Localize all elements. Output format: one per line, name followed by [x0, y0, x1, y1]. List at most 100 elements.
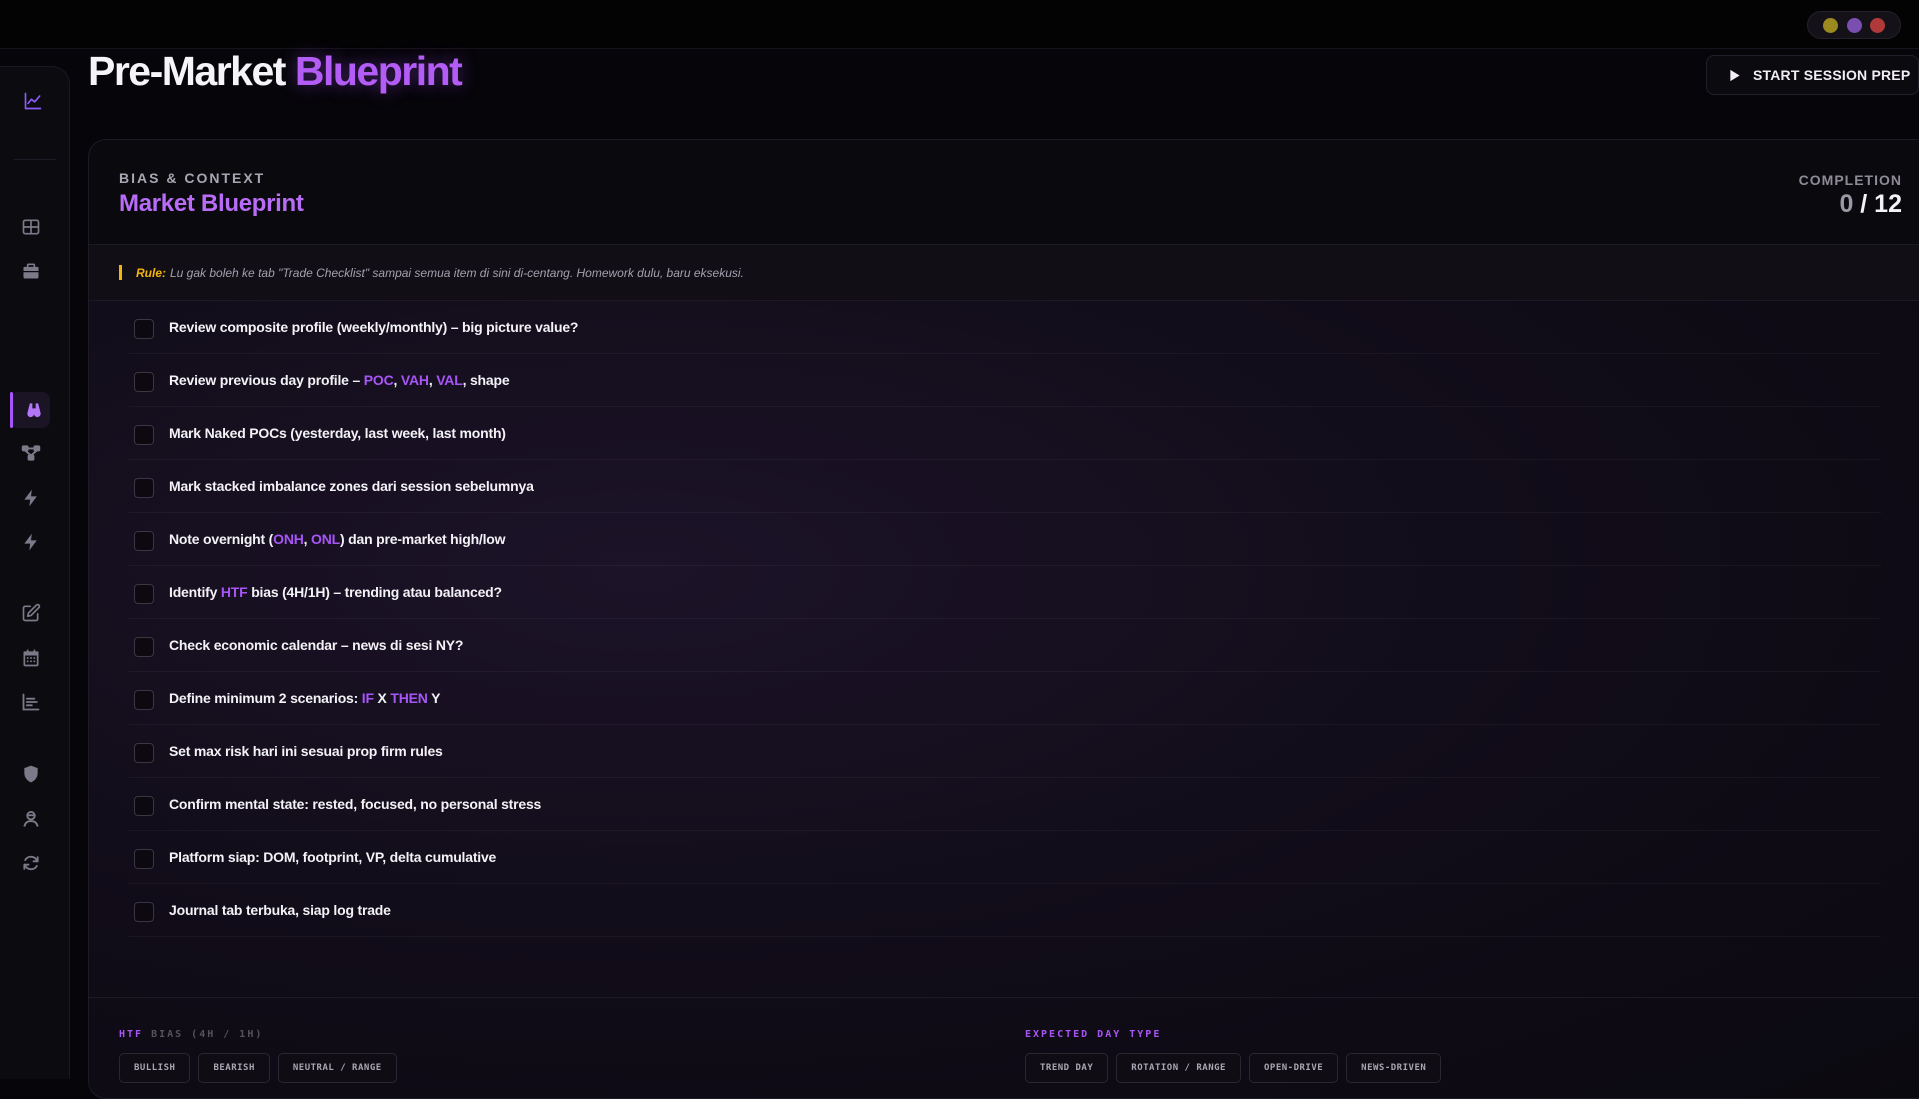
checklist-text-segment: , — [303, 531, 312, 547]
briefcase-icon[interactable] — [19, 259, 43, 283]
checklist-item[interactable]: Review previous day profile – POC, VAH , … — [129, 354, 1881, 407]
rule-text: Lu gak boleh ke tab "Trade Checklist" sa… — [170, 265, 744, 280]
completion-label: COMPLETION — [1798, 172, 1902, 188]
day-type-label: EXPECTED DAY TYPE — [1025, 1029, 1162, 1040]
checklist-item[interactable]: Review composite profile (weekly/monthly… — [129, 301, 1881, 354]
page-title-accent: Blueprint — [294, 48, 463, 94]
checklist-text-segment: Check economic calendar – news di sesi N… — [169, 637, 464, 653]
checklist-checkbox[interactable] — [134, 425, 154, 445]
checklist-checkbox[interactable] — [134, 690, 154, 710]
window-dot-red[interactable] — [1870, 17, 1886, 33]
checklist-checkbox[interactable] — [134, 319, 154, 339]
bolt-icon[interactable] — [19, 486, 43, 510]
checklist-checkbox[interactable] — [134, 637, 154, 657]
checklist-checkbox[interactable] — [134, 743, 154, 763]
checklist-checkbox[interactable] — [134, 584, 154, 604]
binoculars-icon[interactable] — [22, 398, 46, 422]
checklist-item[interactable]: Mark stacked imbalance zones dari sessio… — [129, 460, 1881, 513]
blueprint-panel: BIAS & CONTEXT Market Blueprint COMPLETI… — [88, 139, 1919, 1099]
checklist-checkbox[interactable] — [134, 796, 154, 816]
checklist-item[interactable]: Set max risk hari ini sesuai prop firm r… — [129, 725, 1881, 778]
htf-bias-label-rest: BIAS (4H / 1H) — [143, 1029, 264, 1040]
window-dot-purple[interactable] — [1846, 17, 1862, 33]
page-title: Pre-Market Blueprint — [88, 48, 463, 95]
checklist-item-text: Confirm mental state: rested, focused, n… — [169, 796, 541, 812]
rule-banner: Rule: Lu gak boleh ke tab "Trade Checkli… — [89, 245, 1919, 301]
checklist-text-segment: , — [393, 372, 401, 388]
checklist-item[interactable]: Check economic calendar – news di sesi N… — [129, 619, 1881, 672]
start-session-button[interactable]: START SESSION PREP — [1706, 55, 1919, 95]
checklist-checkbox[interactable] — [134, 478, 154, 498]
checklist-text-segment: ) dan pre-market high/low — [340, 531, 506, 547]
checklist-text-segment: Platform siap: DOM, footprint, VP, delta… — [169, 849, 497, 865]
window-dot-yellow[interactable] — [1822, 17, 1838, 33]
panel-title: Market Blueprint — [119, 190, 304, 217]
rule-label: Rule: — [136, 265, 166, 280]
checklist-checkbox[interactable] — [134, 372, 154, 392]
completion-counter: 0 / 12 — [1742, 190, 1902, 219]
checklist-checkbox[interactable] — [134, 902, 154, 922]
chart-line-icon[interactable] — [21, 89, 45, 113]
checklist-text-segment: Confirm mental state: rested, focused, n… — [169, 796, 542, 812]
checklist-item-text: Identify HTF bias (4H/1H) – trending ata… — [169, 584, 502, 600]
shield-icon[interactable] — [19, 762, 43, 786]
checklist-item-text: Note overnight (ONH, ONL) dan pre-market… — [169, 531, 506, 547]
calendar-icon[interactable] — [19, 646, 43, 670]
user-icon[interactable] — [19, 807, 43, 831]
checklist-checkbox[interactable] — [134, 531, 154, 551]
htf-bias-label: HTF BIAS (4H / 1H) — [119, 1029, 263, 1040]
checklist-item-text: Review composite profile (weekly/monthly… — [169, 319, 578, 335]
checklist-term: IF — [361, 690, 374, 706]
page-title-main: Pre-Market — [88, 48, 286, 94]
checklist-item-text: Mark stacked imbalance zones dari sessio… — [169, 478, 534, 494]
checklist-text-segment: X — [373, 690, 391, 706]
checklist-item[interactable]: Platform siap: DOM, footprint, VP, delta… — [129, 831, 1881, 884]
checklist-text-segment: Identify — [169, 584, 221, 600]
checklist-item-text: Mark Naked POCs (yesterday, last week, l… — [169, 425, 506, 441]
checklist-item[interactable]: Identify HTF bias (4H/1H) – trending ata… — [129, 566, 1881, 619]
checklist-item-text: Review previous day profile – POC, VAH , … — [169, 372, 510, 388]
checklist-item-text: Check economic calendar – news di sesi N… — [169, 637, 463, 653]
checklist-item[interactable]: Define minimum 2 scenarios: IF X THEN Y — [129, 672, 1881, 725]
checklist-term: HTF — [220, 584, 248, 600]
checklist-item[interactable]: Confirm mental state: rested, focused, n… — [129, 778, 1881, 831]
flow-icon[interactable] — [19, 441, 43, 465]
checklist-item-text: Set max risk hari ini sesuai prop firm r… — [169, 743, 443, 759]
prep-checklist: Review composite profile (weekly/monthly… — [129, 301, 1881, 937]
checklist-text-segment: , shape — [462, 372, 510, 388]
checklist-item-text: Journal tab terbuka, siap log trade — [169, 902, 391, 918]
checklist-term: ONH — [273, 531, 304, 547]
htf-bias-label-accent: HTF — [119, 1029, 144, 1040]
refresh-icon[interactable] — [19, 851, 43, 875]
edit-icon[interactable] — [19, 601, 43, 625]
grid-icon[interactable] — [19, 215, 43, 239]
checklist-text-segment: Define minimum 2 scenarios: — [169, 690, 362, 706]
bolt-icon[interactable] — [19, 530, 43, 554]
sidebar — [0, 66, 70, 1079]
checklist-text-segment: Set max risk hari ini sesuai prop firm r… — [169, 743, 443, 759]
bar-list-icon[interactable] — [19, 690, 43, 714]
checklist-text-segment: Note overnight ( — [169, 531, 274, 547]
checklist-item[interactable]: Journal tab terbuka, siap log trade — [129, 884, 1881, 937]
sidebar-divider — [14, 159, 56, 160]
panel-header: BIAS & CONTEXT Market Blueprint COMPLETI… — [89, 140, 1919, 245]
checklist-item-text: Platform siap: DOM, footprint, VP, delta… — [169, 849, 496, 865]
sidebar-active-indicator — [10, 392, 13, 428]
section-divider — [89, 997, 1919, 998]
checklist-item[interactable]: Mark Naked POCs (yesterday, last week, l… — [129, 407, 1881, 460]
checklist-term: ONL — [311, 531, 340, 547]
start-session-label: START SESSION PREP — [1753, 67, 1911, 83]
completion-total: / 12 — [1853, 190, 1902, 218]
completion-done: 0 — [1839, 190, 1854, 218]
checklist-text-segment: Mark Naked POCs (yesterday, last week, l… — [169, 425, 506, 441]
checklist-text-segment: Y — [427, 690, 441, 706]
panel-kicker: BIAS & CONTEXT — [119, 170, 266, 186]
checklist-checkbox[interactable] — [134, 849, 154, 869]
checklist-term: VAL — [436, 372, 463, 388]
checklist-text-segment: bias (4H/1H) – trending atau balanced? — [247, 584, 502, 600]
checklist-item[interactable]: Note overnight (ONH, ONL) dan pre-market… — [129, 513, 1881, 566]
checklist-text-segment: Review composite profile (weekly/monthly… — [169, 319, 579, 335]
rule-accent-bar — [119, 265, 122, 280]
checklist-item-text: Define minimum 2 scenarios: IF X THEN Y — [169, 690, 440, 706]
checklist-term: THEN — [390, 690, 428, 706]
